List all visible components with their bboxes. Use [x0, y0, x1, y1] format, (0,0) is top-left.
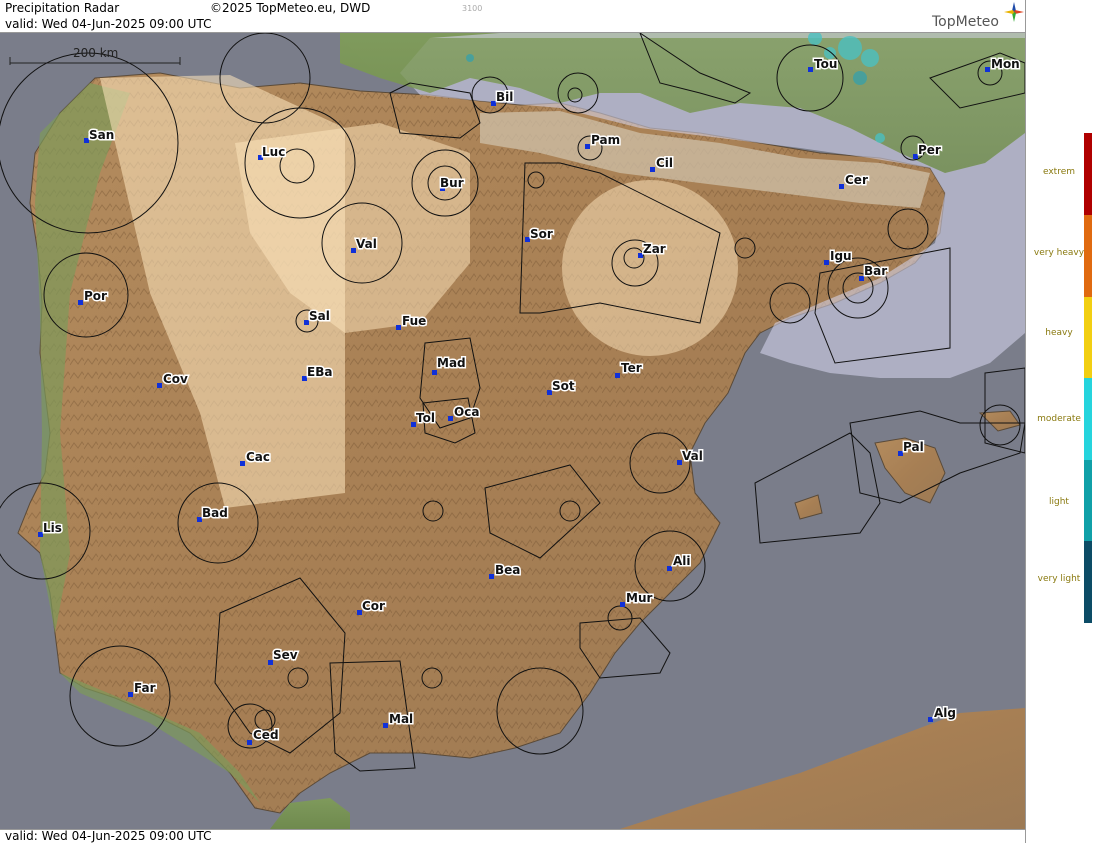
city-label: Cor — [362, 599, 385, 613]
city-label: Cil — [656, 156, 673, 170]
map-title: Precipitation Radar — [5, 1, 120, 15]
city-label: Sev — [273, 648, 298, 662]
city-label: Bar — [864, 264, 887, 278]
header-bar: Precipitation Radar valid: Wed 04-Jun-20… — [0, 0, 1025, 33]
city-label: Far — [134, 681, 156, 695]
city-label: Sor — [530, 227, 553, 241]
city-label: Per — [918, 143, 941, 157]
city-label: Luc — [262, 145, 285, 159]
scale-label: 200 km — [73, 46, 118, 60]
valid-time-top: valid: Wed 04-Jun-2025 09:00 UTC — [5, 17, 212, 31]
radar-coverage-zaragoza — [562, 180, 738, 356]
footer-bar: valid: Wed 04-Jun-2025 09:00 UTC — [0, 829, 1025, 844]
city-label: Tol — [416, 411, 435, 425]
compass-logo-icon — [1004, 2, 1024, 26]
city-label: Bur — [440, 176, 464, 190]
city-label: Cov — [163, 372, 188, 386]
city-label: Fue — [402, 314, 426, 328]
city-label: Igu — [830, 249, 852, 263]
city-label: Cac — [246, 450, 270, 464]
city-label: Bil — [496, 90, 513, 104]
legend-label-heavy: heavy — [1045, 328, 1073, 338]
city-label: Sot — [552, 379, 575, 393]
city-label: Mur — [626, 591, 652, 605]
city-label: Mal — [389, 712, 413, 726]
city-label: Cer — [845, 173, 868, 187]
city-label: Por — [84, 289, 107, 303]
city-label: Ter — [621, 361, 642, 375]
city-label: Zar — [643, 242, 666, 256]
city-label: Ced — [253, 728, 279, 742]
city-label: EBa — [307, 365, 332, 379]
city-label: Ali — [673, 554, 691, 568]
valid-time-bottom: valid: Wed 04-Jun-2025 09:00 UTC — [5, 829, 212, 843]
city-label: Oca — [454, 405, 479, 419]
legend-label-very-heavy: very heavy — [1033, 248, 1085, 258]
code-label: 3100 — [462, 4, 483, 13]
city-label: Sal — [309, 309, 330, 323]
city-label: San — [89, 128, 114, 142]
legend-label-light: light — [1049, 497, 1069, 507]
city-label: Mad — [437, 356, 466, 370]
city-label: Mon — [991, 57, 1020, 71]
legend-label-extrem: extrem — [1042, 167, 1076, 177]
brand-logo-text: TopMeteo — [932, 14, 999, 30]
legend-label-moderate: moderate — [1037, 414, 1081, 424]
map-canvas: San Luc Bur Bil Pam Cil Tou Mon Per Cer … — [0, 33, 1025, 829]
legend-label-very-light: very light — [1037, 574, 1081, 584]
city-label: Bea — [495, 563, 520, 577]
city-label: Pal — [903, 440, 924, 454]
city-label: Tou — [814, 57, 837, 71]
city-label: Alg — [934, 706, 956, 720]
copyright: ©2025 TopMeteo.eu, DWD — [210, 1, 371, 15]
city-label: Pam — [591, 133, 620, 147]
city-label: Bad — [202, 506, 228, 520]
city-label: Val — [682, 449, 703, 463]
radar-map[interactable]: San Luc Bur Bil Pam Cil Tou Mon Per Cer … — [0, 33, 1025, 829]
city-label: Lis — [43, 521, 62, 535]
city-label: Val — [356, 237, 377, 251]
